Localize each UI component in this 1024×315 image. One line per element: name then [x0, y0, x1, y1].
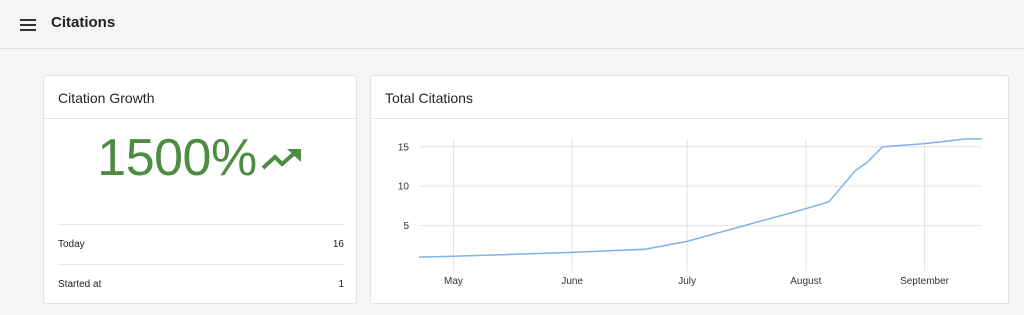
stat-row-today: Today 16	[58, 224, 344, 262]
app-bar: Citations	[0, 0, 1024, 49]
stat-value-today: 16	[332, 239, 344, 250]
trending-up-icon	[261, 147, 303, 176]
y-tick-label: 5	[403, 221, 409, 232]
page-title: Citations	[51, 14, 116, 31]
y-tick-label: 10	[398, 182, 410, 193]
growth-value-display: 1500%	[44, 132, 356, 184]
citations-series-line	[418, 138, 982, 258]
stat-row-started-at: Started at 1	[58, 264, 344, 302]
citation-growth-title: Citation Growth	[44, 76, 356, 119]
hamburger-menu-icon[interactable]	[14, 12, 42, 38]
x-tick-label: September	[900, 276, 950, 287]
growth-percentage: 1500%	[97, 129, 257, 187]
stat-label-started-at: Started at	[58, 279, 102, 290]
total-citations-card: Total Citations 5 10 15 May June July August Se…	[370, 75, 1009, 304]
y-tick-label: 15	[398, 142, 410, 153]
x-tick-label: July	[678, 276, 696, 287]
stat-value-started-at: 1	[338, 279, 344, 290]
x-tick-label: June	[561, 276, 583, 287]
stat-label-today: Today	[58, 239, 85, 250]
x-tick-label: May	[444, 276, 463, 287]
citation-growth-card: Citation Growth 1500% Today 16 Started a…	[43, 75, 357, 304]
total-citations-title: Total Citations	[371, 76, 1008, 119]
total-citations-chart: 5 10 15 May June July August September	[398, 138, 982, 287]
x-tick-label: August	[790, 276, 821, 287]
